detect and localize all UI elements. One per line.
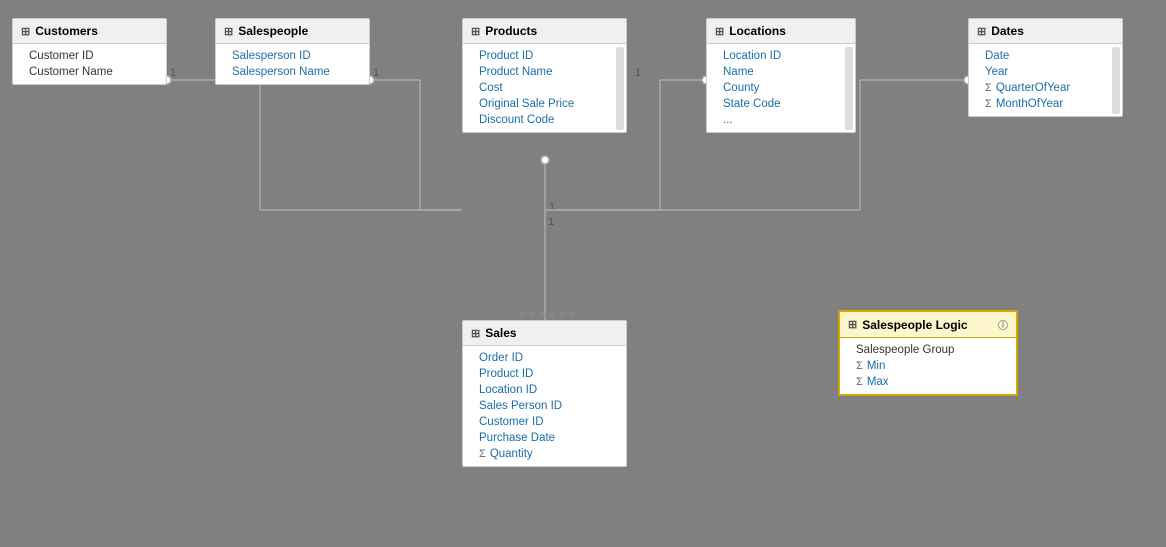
locations-title: Locations [729, 24, 786, 38]
list-item: Σ Max [840, 374, 1016, 390]
salespeople-body: Salesperson ID Salesperson Name [216, 44, 369, 84]
svg-text:1: 1 [549, 201, 555, 213]
table-icon: ⊞ [848, 318, 857, 331]
sales-table: ⊞ Sales Order ID Product ID Location ID … [462, 320, 627, 467]
salespeople-logic-title: Salespeople Logic [862, 318, 967, 332]
list-item: Cost [463, 80, 626, 96]
products-body: Product ID Product Name Cost Original Sa… [463, 44, 626, 132]
sales-title: Sales [485, 326, 516, 340]
sigma-icon: Σ [985, 82, 992, 94]
list-item: Purchase Date [463, 430, 626, 446]
list-item: Discount Code [463, 112, 626, 128]
list-item: Σ Min [840, 358, 1016, 374]
products-table: ⊞ Products Product ID Product Name Cost … [462, 18, 627, 133]
salespeople-title: Salespeople [238, 24, 308, 38]
field-name: MonthOfYear [996, 98, 1063, 110]
list-item: Product ID [463, 366, 626, 382]
sigma-icon: Σ [856, 376, 863, 388]
field-name: Quantity [490, 448, 533, 460]
dates-table: ⊞ Dates Date Year Σ QuarterOfYear Σ Mont… [968, 18, 1123, 117]
list-item: Year [969, 64, 1122, 80]
list-item: Location ID [707, 48, 855, 64]
info-icon: ⓘ [998, 317, 1008, 332]
list-item: Order ID [463, 350, 626, 366]
table-icon: ⊞ [715, 25, 724, 38]
scrollbar[interactable] [616, 47, 624, 130]
list-item: Sales Person ID [463, 398, 626, 414]
sales-body: Order ID Product ID Location ID Sales Pe… [463, 346, 626, 466]
products-title: Products [485, 24, 537, 38]
list-item: Customer ID [13, 48, 166, 64]
table-icon: ⊞ [21, 25, 30, 38]
list-item: Date [969, 48, 1122, 64]
list-item: Salesperson ID [216, 48, 369, 64]
sales-header: ⊞ Sales [463, 321, 626, 346]
customers-title: Customers [35, 24, 98, 38]
list-item: Product ID [463, 48, 626, 64]
list-item: Original Sale Price [463, 96, 626, 112]
scrollbar[interactable] [845, 47, 853, 130]
field-name: Min [867, 360, 886, 372]
dates-header: ⊞ Dates [969, 19, 1122, 44]
scrollbar[interactable] [1112, 47, 1120, 114]
customers-body: Customer ID Customer Name [13, 44, 166, 84]
list-item: Customer Name [13, 64, 166, 80]
svg-text:1: 1 [548, 216, 554, 228]
list-item: Location ID [463, 382, 626, 398]
salespeople-logic-table: ⊞ Salespeople Logic ⓘ Salespeople Group … [838, 310, 1018, 396]
list-item: Σ QuarterOfYear [969, 80, 1122, 96]
svg-text:1: 1 [170, 67, 176, 79]
list-item: Product Name [463, 64, 626, 80]
field-name: Max [867, 376, 889, 388]
dates-body: Date Year Σ QuarterOfYear Σ MonthOfYear [969, 44, 1122, 116]
list-item: Σ MonthOfYear [969, 96, 1122, 112]
salespeople-logic-body: Salespeople Group Σ Min Σ Max [840, 338, 1016, 394]
list-item: Salesperson Name [216, 64, 369, 80]
svg-text:1: 1 [635, 67, 641, 79]
salespeople-table: ⊞ Salespeople Salesperson ID Salesperson… [215, 18, 370, 85]
dates-title: Dates [991, 24, 1024, 38]
sigma-icon: Σ [856, 360, 863, 372]
table-icon: ⊞ [471, 25, 480, 38]
sigma-icon: Σ [985, 98, 992, 110]
customers-table: ⊞ Customers Customer ID Customer Name [12, 18, 167, 85]
sigma-icon: Σ [479, 448, 486, 460]
list-item: State Code [707, 96, 855, 112]
table-icon: ⊞ [977, 25, 986, 38]
svg-text:1: 1 [373, 67, 379, 79]
table-icon: ⊞ [471, 327, 480, 340]
products-header: ⊞ Products [463, 19, 626, 44]
salespeople-logic-header: ⊞ Salespeople Logic ⓘ [840, 312, 1016, 338]
list-item: County [707, 80, 855, 96]
field-name: QuarterOfYear [996, 82, 1070, 94]
locations-table: ⊞ Locations Location ID Name County Stat… [706, 18, 856, 133]
list-item: Salespeople Group [840, 342, 1016, 358]
customers-header: ⊞ Customers [13, 19, 166, 44]
locations-body: Location ID Name County State Code ... [707, 44, 855, 132]
table-icon: ⊞ [224, 25, 233, 38]
list-item: ... [707, 112, 855, 128]
salespeople-header: ⊞ Salespeople [216, 19, 369, 44]
list-item: Customer ID [463, 414, 626, 430]
list-item: Σ Quantity [463, 446, 626, 462]
locations-header: ⊞ Locations [707, 19, 855, 44]
list-item: Name [707, 64, 855, 80]
